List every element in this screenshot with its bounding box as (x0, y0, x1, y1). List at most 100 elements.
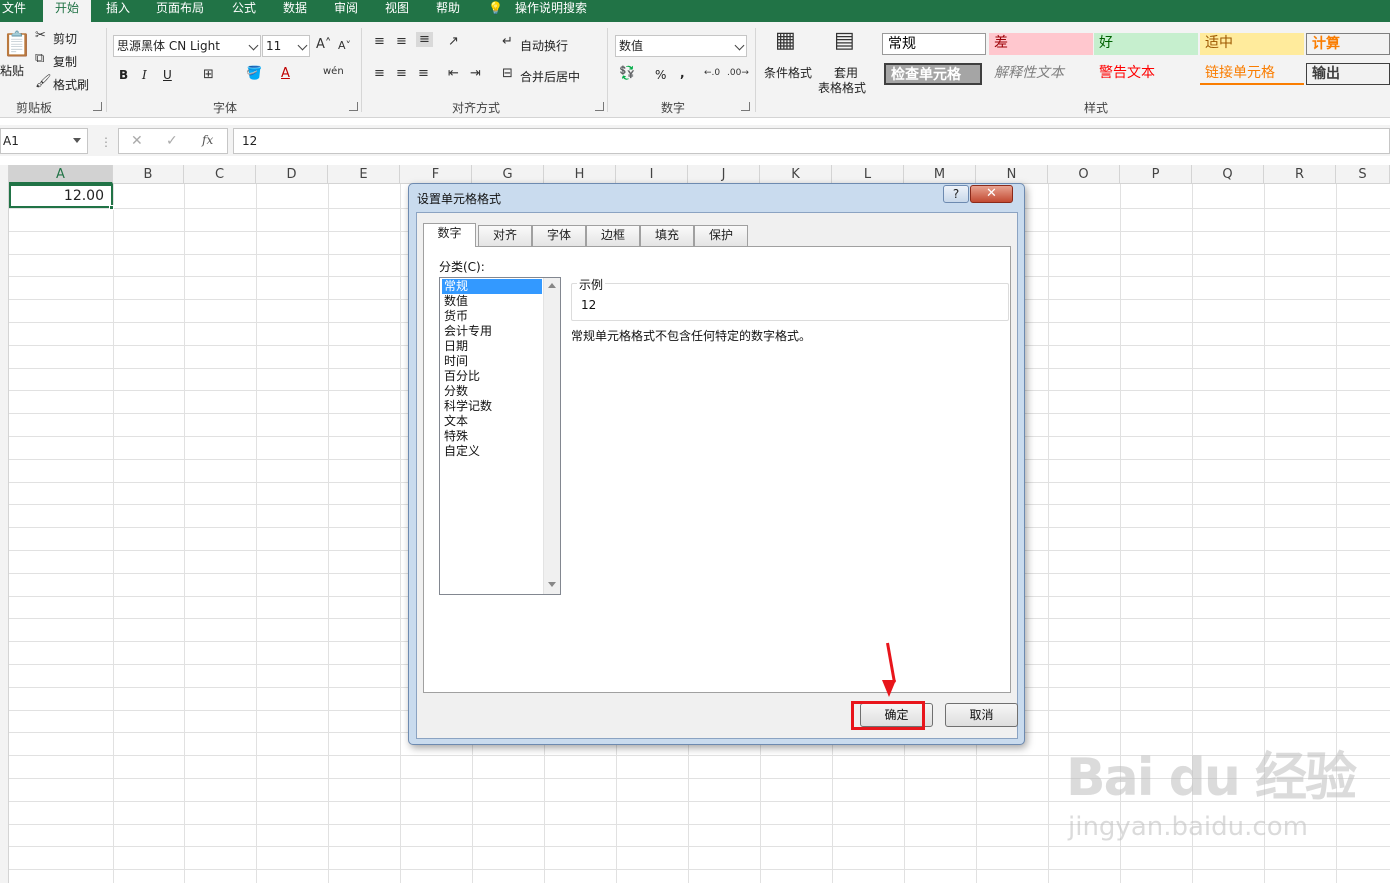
decrease-decimal-icon[interactable]: .00→ (727, 68, 749, 78)
tab-view[interactable]: 视图 (383, 0, 411, 22)
column-header[interactable]: B (113, 165, 184, 184)
increase-indent-icon[interactable]: ⇥ (470, 66, 481, 81)
column-header[interactable]: S (1336, 165, 1390, 184)
row-headers[interactable] (0, 184, 9, 883)
formula-input[interactable]: 12 (233, 128, 1390, 154)
column-header[interactable]: O (1048, 165, 1120, 184)
column-header[interactable]: G (472, 165, 544, 184)
format-painter-button[interactable]: 格式刷 (53, 76, 89, 93)
list-item[interactable]: 会计专用 (442, 324, 542, 339)
column-header[interactable]: E (328, 165, 400, 184)
tab-alignment[interactable]: 对齐 (478, 225, 532, 246)
align-left-icon[interactable]: ≡ (374, 66, 385, 81)
column-header[interactable]: D (256, 165, 328, 184)
tab-home[interactable]: 开始 (43, 0, 91, 22)
tab-data[interactable]: 数据 (281, 0, 309, 22)
comma-button[interactable]: , (680, 66, 685, 80)
alignment-launcher-icon[interactable] (595, 102, 604, 111)
column-header[interactable]: K (760, 165, 832, 184)
list-item[interactable]: 常规 (442, 279, 542, 294)
align-center-icon[interactable]: ≡ (396, 66, 407, 81)
align-middle-icon[interactable]: ≡ (396, 34, 407, 49)
paste-icon[interactable]: 📋 (2, 30, 32, 58)
style-good[interactable]: 好 (1094, 33, 1198, 55)
style-linked-cell[interactable]: 链接单元格 (1200, 63, 1304, 85)
style-explanatory[interactable]: 解释性文本 (989, 63, 1093, 85)
style-normal[interactable]: 常规 (882, 33, 986, 55)
category-scrollbar[interactable] (543, 278, 560, 594)
table-format-button[interactable]: 表格格式 (818, 79, 866, 96)
list-item[interactable]: 自定义 (442, 444, 542, 459)
tab-protection[interactable]: 保护 (694, 225, 748, 246)
style-output[interactable]: 输出 (1306, 63, 1390, 85)
category-list[interactable]: 常规 数值 货币 会计专用 日期 时间 百分比 分数 科学记数 文本 特殊 自定… (439, 277, 561, 595)
style-bad[interactable]: 差 (989, 33, 1093, 55)
column-header[interactable]: Q (1192, 165, 1264, 184)
align-bottom-icon[interactable]: ≡ (416, 32, 433, 47)
tab-review[interactable]: 审阅 (332, 0, 360, 22)
font-name-combo[interactable]: 思源黑体 CN Light (113, 35, 261, 57)
column-header[interactable]: N (976, 165, 1048, 184)
percent-button[interactable]: % (655, 68, 666, 82)
increase-decimal-icon[interactable]: ←.0 (704, 68, 720, 78)
scroll-up-icon[interactable] (548, 283, 556, 288)
shrink-font-icon[interactable]: A˅ (338, 39, 351, 52)
phonetic-icon[interactable]: wén (323, 66, 344, 77)
bold-button[interactable]: B (119, 68, 128, 82)
style-calculation[interactable]: 计算 (1306, 33, 1390, 55)
tab-insert[interactable]: 插入 (104, 0, 132, 22)
style-check-cell[interactable]: 检查单元格 (884, 63, 982, 85)
list-item[interactable]: 科学记数 (442, 399, 542, 414)
clipboard-launcher-icon[interactable] (93, 102, 102, 111)
list-item[interactable]: 货币 (442, 309, 542, 324)
column-header[interactable]: A (9, 165, 113, 184)
tab-file[interactable]: 文件 (0, 0, 28, 22)
italic-button[interactable]: I (142, 68, 147, 82)
select-all-corner[interactable] (0, 165, 9, 184)
tab-border[interactable]: 边框 (586, 225, 640, 246)
tab-page-layout[interactable]: 页面布局 (154, 0, 206, 22)
close-button[interactable]: ✕ (970, 185, 1013, 203)
font-launcher-icon[interactable] (349, 102, 358, 111)
column-header[interactable]: J (688, 165, 760, 184)
fill-handle[interactable] (109, 205, 114, 210)
conditional-format-button[interactable]: 条件格式 (764, 64, 812, 81)
paste-button[interactable]: 粘贴 (0, 62, 24, 79)
font-color-icon[interactable]: A (281, 66, 290, 81)
style-warning[interactable]: 警告文本 (1094, 63, 1198, 85)
wrap-text-button[interactable]: 自动换行 (520, 37, 568, 54)
help-button[interactable]: ? (943, 185, 969, 203)
cancel-icon[interactable]: ✕ (131, 133, 143, 149)
active-cell-a1[interactable]: 12.00 (9, 184, 113, 208)
chevron-down-icon[interactable] (73, 138, 81, 143)
fill-color-icon[interactable]: 🪣 (246, 66, 262, 81)
column-header[interactable]: P (1120, 165, 1192, 184)
list-item[interactable]: 文本 (442, 414, 542, 429)
list-item[interactable]: 数值 (442, 294, 542, 309)
font-size-combo[interactable]: 11 (262, 35, 310, 57)
number-launcher-icon[interactable] (741, 102, 750, 111)
insert-function-icon[interactable]: fx (202, 133, 213, 147)
tab-number[interactable]: 数字 (423, 223, 476, 247)
column-header[interactable]: R (1264, 165, 1336, 184)
column-header[interactable]: I (616, 165, 688, 184)
align-top-icon[interactable]: ≡ (374, 34, 385, 49)
copy-button[interactable]: 复制 (53, 53, 77, 70)
tab-formulas[interactable]: 公式 (230, 0, 258, 22)
list-item[interactable]: 时间 (442, 354, 542, 369)
tab-font[interactable]: 字体 (532, 225, 586, 246)
column-header[interactable]: H (544, 165, 616, 184)
merge-center-button[interactable]: 合并后居中 (520, 68, 580, 85)
tell-me-search[interactable]: 操作说明搜索 (513, 0, 589, 22)
list-item[interactable]: 特殊 (442, 429, 542, 444)
orientation-icon[interactable]: ↗ (448, 34, 459, 49)
cancel-button[interactable]: 取消 (945, 703, 1018, 727)
column-header[interactable]: C (184, 165, 256, 184)
borders-icon[interactable]: ⊞ (203, 67, 214, 82)
scroll-down-icon[interactable] (548, 582, 556, 587)
underline-button[interactable]: U (163, 68, 172, 82)
enter-icon[interactable]: ✓ (166, 133, 178, 149)
cut-button[interactable]: 剪切 (53, 30, 77, 47)
tab-fill[interactable]: 填充 (640, 225, 694, 246)
decrease-indent-icon[interactable]: ⇤ (448, 66, 459, 81)
